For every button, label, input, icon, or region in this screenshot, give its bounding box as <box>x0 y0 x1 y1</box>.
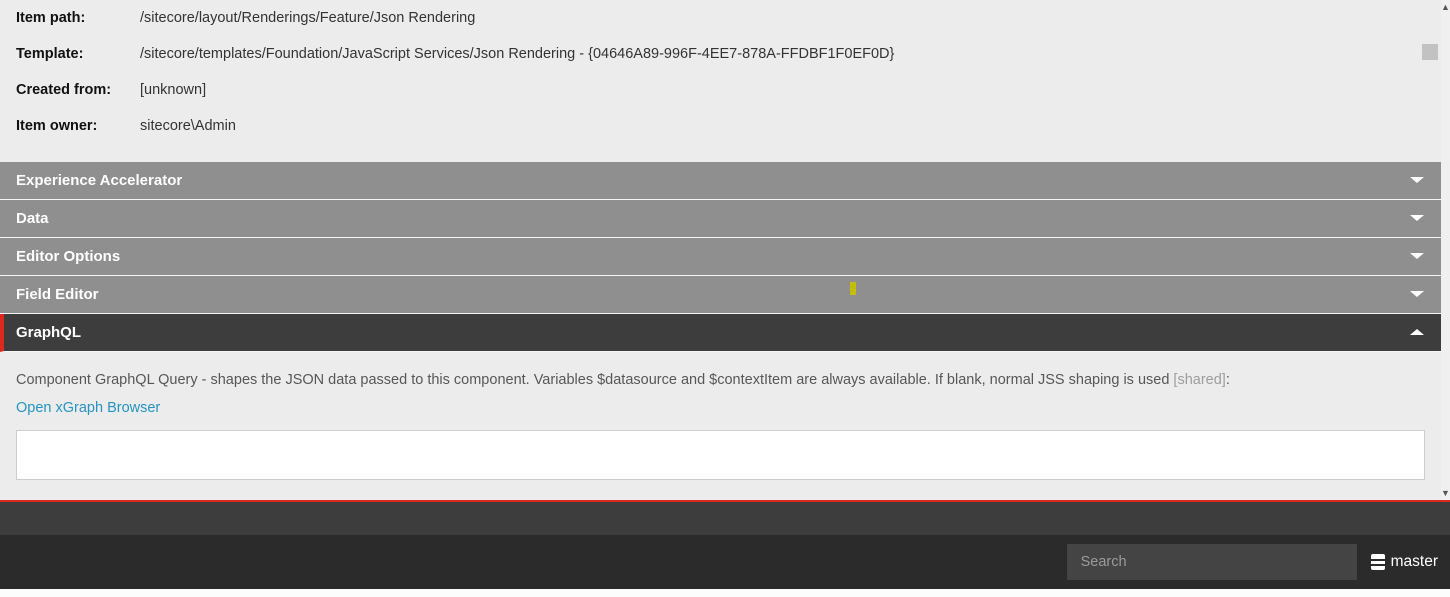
chevron-down-icon <box>1409 248 1425 265</box>
shared-tag: [shared] <box>1173 372 1225 388</box>
info-label: Item path: <box>16 10 140 26</box>
info-label: Created from: <box>16 82 140 98</box>
scroll-up-arrow-icon[interactable]: ▲ <box>1441 0 1450 14</box>
info-label: Item owner: <box>16 118 140 134</box>
graphql-section-body: Component GraphQL Query - shapes the JSO… <box>0 352 1441 484</box>
chevron-down-icon <box>1409 286 1425 303</box>
database-icon <box>1371 554 1385 570</box>
section-label: GraphQL <box>16 324 81 341</box>
item-quick-info: Item path: /sitecore/layout/Renderings/F… <box>0 0 1441 158</box>
section-label: Experience Accelerator <box>16 172 182 189</box>
section-label: Editor Options <box>16 248 120 265</box>
info-label: Template: <box>16 46 140 62</box>
ribbon-bar <box>0 500 1450 535</box>
info-value: /sitecore/layout/Renderings/Feature/Json… <box>140 10 475 26</box>
status-bar: master <box>0 535 1450 589</box>
chevron-up-icon <box>1409 324 1425 341</box>
content-panel: Item path: /sitecore/layout/Renderings/F… <box>0 0 1441 500</box>
accordion: Experience Accelerator Data Editor Optio… <box>0 162 1441 484</box>
graphql-field-description: Component GraphQL Query - shapes the JSO… <box>16 372 1425 388</box>
info-value: sitecore\Admin <box>140 118 236 134</box>
scroll-handle[interactable] <box>1422 44 1438 60</box>
info-row-item-path: Item path: /sitecore/layout/Renderings/F… <box>16 0 1425 36</box>
info-value: [unknown] <box>140 82 206 98</box>
section-field-editor[interactable]: Field Editor <box>0 276 1441 314</box>
colon: : <box>1226 372 1230 388</box>
section-data[interactable]: Data <box>0 200 1441 238</box>
indicator-icon <box>850 282 856 295</box>
database-indicator[interactable]: master <box>1371 553 1438 571</box>
info-value: /sitecore/templates/Foundation/JavaScrip… <box>140 46 894 62</box>
scroll-down-arrow-icon[interactable]: ▼ <box>1441 486 1450 500</box>
search-input[interactable] <box>1067 544 1357 580</box>
open-xgraph-link[interactable]: Open xGraph Browser <box>16 400 160 416</box>
section-graphql[interactable]: GraphQL <box>0 314 1441 352</box>
info-row-item-owner: Item owner: sitecore\Admin <box>16 108 1425 144</box>
description-text: Component GraphQL Query - shapes the JSO… <box>16 372 1173 388</box>
section-label: Field Editor <box>16 286 99 303</box>
info-row-template: Template: /sitecore/templates/Foundation… <box>16 36 1425 72</box>
section-experience-accelerator[interactable]: Experience Accelerator <box>0 162 1441 200</box>
section-editor-options[interactable]: Editor Options <box>0 238 1441 276</box>
section-label: Data <box>16 210 49 227</box>
chevron-down-icon <box>1409 210 1425 227</box>
database-name: master <box>1391 553 1438 571</box>
vertical-scrollbar[interactable]: ▲ ▼ <box>1441 0 1450 500</box>
info-row-created-from: Created from: [unknown] <box>16 72 1425 108</box>
graphql-query-input[interactable] <box>16 430 1425 480</box>
bottom-strip <box>0 589 1450 597</box>
chevron-down-icon <box>1409 172 1425 189</box>
